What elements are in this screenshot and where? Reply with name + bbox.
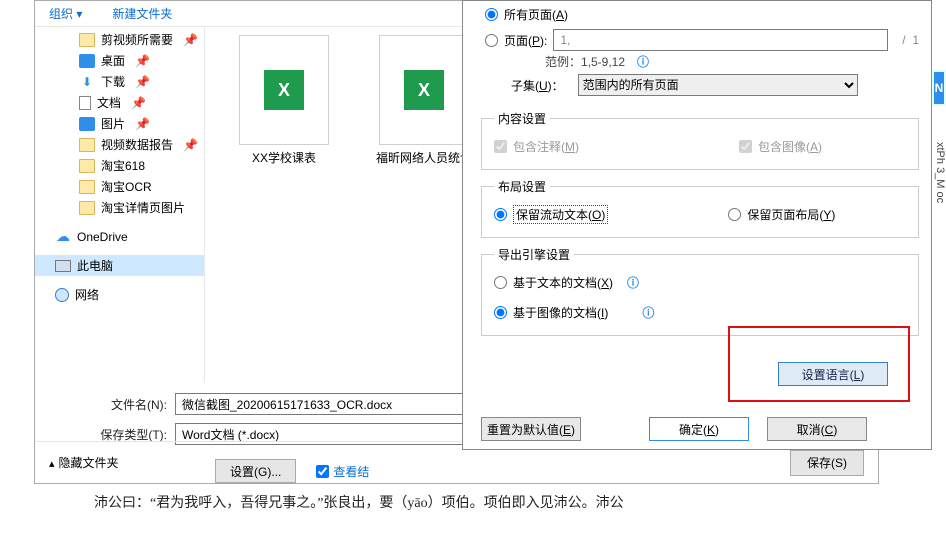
page-range-input[interactable] <box>553 29 888 51</box>
network-icon <box>55 288 69 302</box>
tree-label: 剪视频所需要 <box>101 31 173 48</box>
pin-icon: 📌 <box>183 33 198 47</box>
save-button[interactable]: 保存(S) <box>790 450 864 476</box>
folder-icon <box>79 33 95 47</box>
tree-label: 淘宝详情页图片 <box>101 199 185 216</box>
group-legend: 导出引擎设置 <box>494 246 574 263</box>
file-thumbnail: X <box>379 35 469 145</box>
tree-item[interactable]: 淘宝详情页图片 <box>35 197 204 218</box>
reset-defaults-button[interactable]: 重置为默认值(E) <box>481 417 581 441</box>
filetype-label: 保存类型(T): <box>85 426 167 443</box>
filename-label: 文件名(N): <box>85 396 167 413</box>
pin-icon: 📌 <box>131 96 146 110</box>
pin-icon: 📌 <box>135 117 150 131</box>
tree-item-onedrive[interactable]: ☁ OneDrive <box>35 226 204 247</box>
tree-item-thispc[interactable]: 此电脑 <box>35 255 204 276</box>
tree-item[interactable]: 淘宝618 <box>35 155 204 176</box>
include-images-checkbox: 包含图像(A) <box>739 133 822 159</box>
desktop-icon <box>79 54 95 68</box>
hide-folders-toggle[interactable]: ▴隐藏文件夹 <box>49 454 119 471</box>
tree-label: 桌面 <box>101 52 125 69</box>
tree-label: 下载 <box>101 73 125 90</box>
folder-icon <box>79 180 95 194</box>
text-based-radio[interactable]: 基于文本的文档(X) <box>494 269 613 295</box>
tree-label: 文档 <box>97 94 121 111</box>
image-based-radio[interactable]: 基于图像的文档(I) <box>494 299 608 325</box>
group-legend: 内容设置 <box>494 110 550 127</box>
include-comments-checkbox: 包含注释(M) <box>494 133 579 159</box>
content-settings-group: 内容设置 包含注释(M) 包含图像(A) <box>481 110 919 170</box>
tree-label: 此电脑 <box>77 257 113 274</box>
info-icon: ⓘ <box>637 53 649 70</box>
file-item[interactable]: X XX学校课表 <box>229 35 339 182</box>
organize-menu[interactable]: 组织 ▾ <box>49 5 82 22</box>
subset-label: 子集(U)： <box>511 77 564 94</box>
layout-settings-group: 布局设置 保留流动文本(O) 保留页面布局(Y) <box>481 178 919 238</box>
tree-item[interactable]: 淘宝OCR <box>35 176 204 197</box>
tree-item-network[interactable]: 网络 <box>35 284 204 305</box>
info-icon: ⓘ <box>642 304 654 321</box>
tree-item-documents[interactable]: 文档 📌 <box>35 92 204 113</box>
file-thumbnail: X <box>239 35 329 145</box>
export-engine-group: 导出引擎设置 基于文本的文档(X) ⓘ 基于图像的文档(I) ⓘ <box>481 246 919 336</box>
pin-icon: 📌 <box>135 75 150 89</box>
pictures-icon <box>79 117 95 131</box>
tree-label: 视频数据报告 <box>101 136 173 153</box>
tree-label: OneDrive <box>77 230 128 244</box>
folder-icon <box>79 159 95 173</box>
tree-item[interactable]: 剪视频所需要 📌 <box>35 29 204 50</box>
page-range-radio[interactable]: 页面(P): / 1 <box>485 27 919 53</box>
tree-label: 淘宝618 <box>101 157 145 174</box>
subset-select[interactable]: 范围内的所有页面 <box>578 74 858 96</box>
tree-item-pictures[interactable]: 图片 📌 <box>35 113 204 134</box>
pin-icon: 📌 <box>135 54 150 68</box>
right-tab[interactable]: N <box>932 70 946 106</box>
pin-icon: 📌 <box>183 138 198 152</box>
tree-label: 网络 <box>75 286 99 303</box>
folder-icon <box>79 138 95 152</box>
group-legend: 布局设置 <box>494 178 550 195</box>
tree-label: 图片 <box>101 115 125 132</box>
new-folder-button[interactable]: 新建文件夹 <box>112 5 172 22</box>
radio-label: 所有页面( <box>504 8 556 22</box>
download-icon: ⬇ <box>79 75 95 89</box>
tree-item-downloads[interactable]: ⬇ 下载 📌 <box>35 71 204 92</box>
tree-label: 淘宝OCR <box>101 178 152 195</box>
page-range-example: 范例：1,5-9,12ⓘ <box>545 53 919 70</box>
right-clipped-text: xtPh 3_M oc <box>932 142 946 203</box>
keep-layout-radio[interactable]: 保留页面布局(Y) <box>728 201 835 227</box>
info-icon: ⓘ <box>627 274 639 291</box>
all-pages-radio[interactable]: 所有页面(A) <box>485 1 919 27</box>
file-label: XX学校课表 <box>229 151 339 167</box>
page-count: / 1 <box>902 33 919 47</box>
cancel-button[interactable]: 取消(C) <box>767 417 867 441</box>
tree-item[interactable]: 视频数据报告 📌 <box>35 134 204 155</box>
navigation-tree: 剪视频所需要 📌 桌面 📌 ⬇ 下载 📌 文档 📌 图片 📌 视频数据报告 📌 淘宝618 淘… <box>35 27 205 383</box>
set-language-button[interactable]: 设置语言(L) <box>778 362 888 386</box>
cloud-icon: ☁ <box>55 230 71 244</box>
ok-button[interactable]: 确定(K) <box>649 417 749 441</box>
folder-icon <box>79 201 95 215</box>
flow-text-radio[interactable]: 保留流动文本(O) <box>494 201 608 227</box>
pc-icon <box>55 260 71 272</box>
document-icon <box>79 96 91 110</box>
radio-label: 页面( <box>504 34 532 48</box>
tree-item-desktop[interactable]: 桌面 📌 <box>35 50 204 71</box>
document-body-text: 沛公曰：“君为我呼入，吾得兄事之。”张良出，要（yāo）项伯。项伯即入见沛公。沛… <box>94 492 624 512</box>
